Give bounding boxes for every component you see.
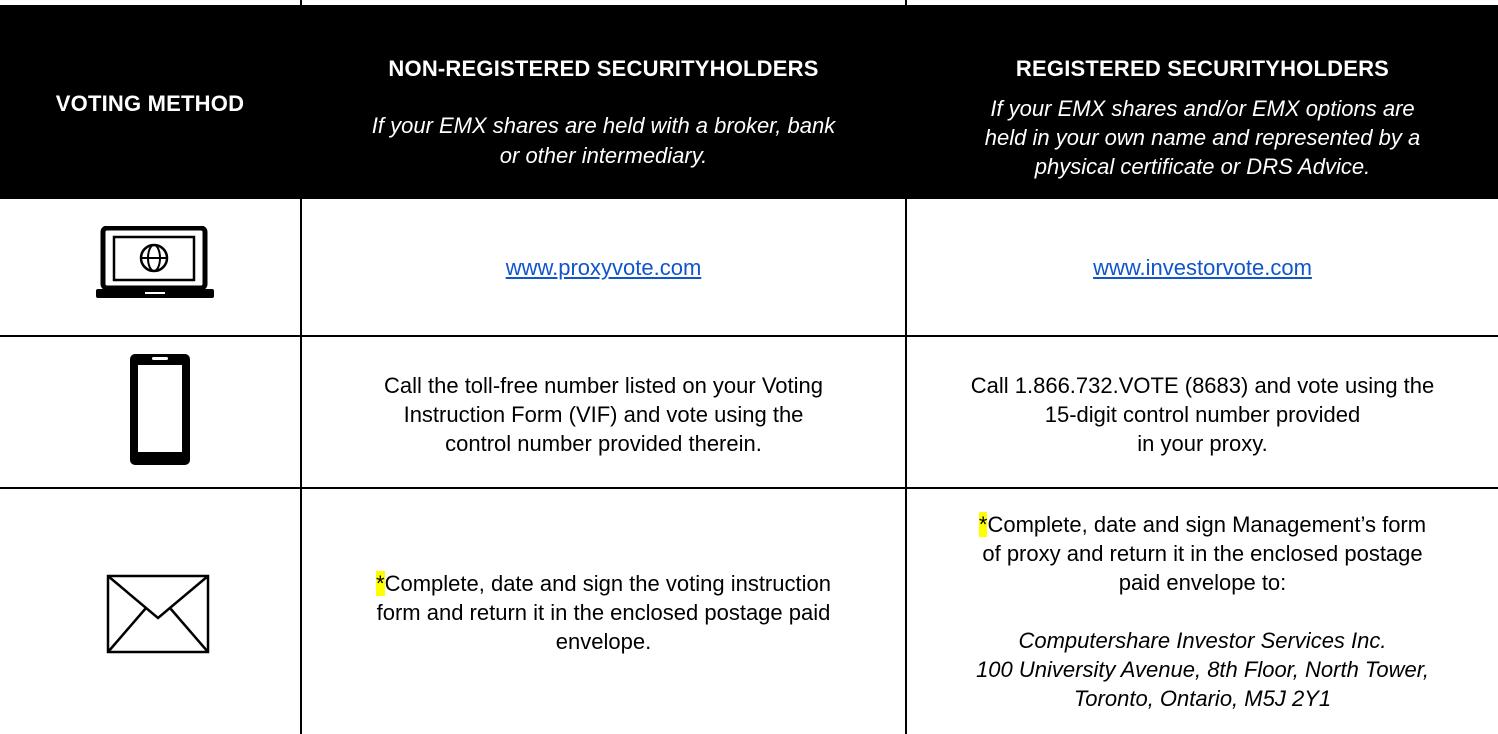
row-internet-non-registered: www.proxyvote.com <box>302 253 905 282</box>
proxyvote-link[interactable]: www.proxyvote.com <box>506 255 702 280</box>
row-phone-registered: Call 1.866.732.VOTE (8683) and vote usin… <box>907 371 1498 458</box>
asterisk-highlight: * <box>376 571 385 596</box>
phone-non-registered-line-2: Instruction Form (VIF) and vote using th… <box>403 402 804 427</box>
row-internet-registered: www.investorvote.com <box>907 253 1498 282</box>
smartphone-icon <box>128 352 192 472</box>
envelope-icon <box>106 574 210 659</box>
header-registered: REGISTERED SECURITYHOLDERS If your EMX s… <box>907 5 1498 197</box>
phone-registered-line-1: Call 1.866.732.VOTE (8683) and vote usin… <box>970 373 1435 398</box>
address-line-1: Computershare Investor Services Inc. <box>1018 628 1387 653</box>
row-divider <box>0 335 1498 337</box>
header-voting-method: VOTING METHOD <box>0 5 300 197</box>
investorvote-link[interactable]: www.investorvote.com <box>1093 255 1312 280</box>
header-registered-title: REGISTERED SECURITYHOLDERS <box>1015 56 1390 81</box>
address-line-2: 100 University Avenue, 8th Floor, North … <box>976 657 1429 682</box>
row-divider <box>0 197 1498 199</box>
voting-methods-table: VOTING METHOD NON-REGISTERED SECURITYHOL… <box>0 0 1498 734</box>
header-non-registered-sub-2: or other intermediary. <box>499 143 708 168</box>
header-voting-method-label: VOTING METHOD <box>55 91 245 116</box>
header-non-registered-sub-1: If your EMX shares are held with a broke… <box>371 113 836 138</box>
phone-non-registered-line-3: control number provided therein. <box>445 431 762 456</box>
row-mail-non-registered: *Complete, date and sign the voting inst… <box>302 569 905 656</box>
row-mail-registered: *Complete, date and sign Management’s fo… <box>907 510 1498 713</box>
mail-registered-line-1: *Complete, date and sign Management’s fo… <box>907 510 1498 539</box>
mail-non-registered-line-2: form and return it in the enclosed posta… <box>376 600 831 625</box>
address-line-3: Toronto, Ontario, M5J 2Y1 <box>1073 686 1332 711</box>
mail-registered-first: Complete, date and sign Management’s for… <box>987 512 1427 537</box>
header-registered-sub-2: held in your own name and represented by… <box>984 125 1421 150</box>
mail-non-registered-first: Complete, date and sign the voting instr… <box>384 571 831 596</box>
header-registered-sub-1: If your EMX shares and/or EMX options ar… <box>990 96 1415 121</box>
header-non-registered: NON-REGISTERED SECURITYHOLDERS If your E… <box>302 5 905 197</box>
mail-non-registered-line-3: envelope. <box>555 629 652 654</box>
mail-registered-line-2: of proxy and return it in the enclosed p… <box>982 541 1423 566</box>
row-divider <box>0 487 1498 489</box>
phone-non-registered-line-1: Call the toll-free number listed on your… <box>383 373 823 398</box>
phone-registered-line-3: in your proxy. <box>1137 431 1268 456</box>
phone-registered-line-2: 15-digit control number provided <box>1044 402 1361 427</box>
laptop-globe-icon <box>96 225 221 307</box>
mail-non-registered-line-1: *Complete, date and sign the voting inst… <box>302 569 905 598</box>
row-phone-non-registered: Call the toll-free number listed on your… <box>302 371 905 458</box>
header-registered-sub-3: physical certificate or DRS Advice. <box>1034 154 1371 179</box>
header-non-registered-title: NON-REGISTERED SECURITYHOLDERS <box>388 56 819 81</box>
mail-registered-line-3: paid envelope to: <box>1118 570 1287 595</box>
